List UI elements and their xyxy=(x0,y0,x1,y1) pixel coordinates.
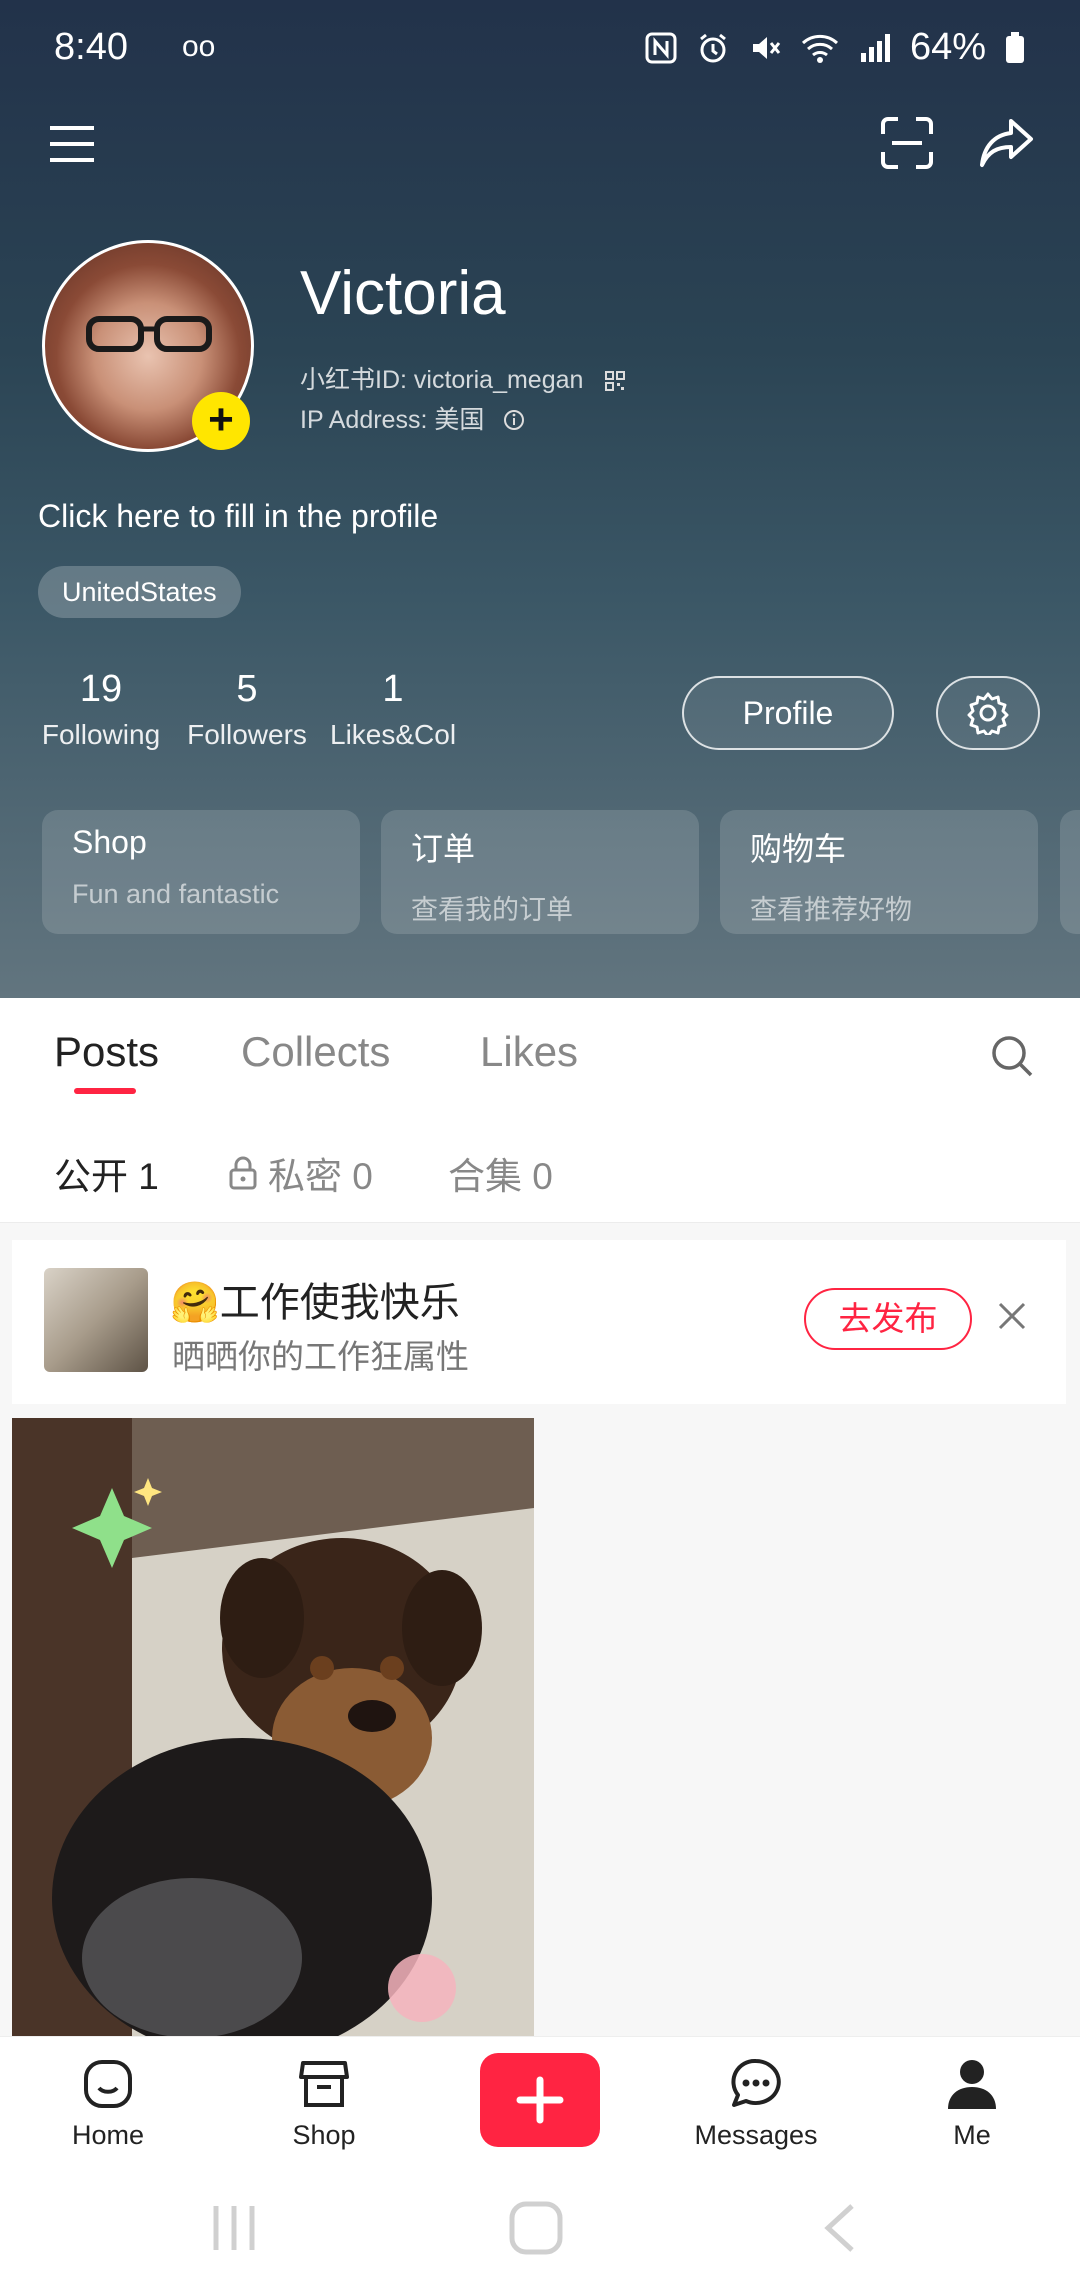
stat-following[interactable]: 19 Following xyxy=(38,668,164,751)
nav-label: Me xyxy=(953,2120,991,2150)
content-tabs: Posts Collects Likes xyxy=(0,998,1080,1117)
search-button[interactable] xyxy=(984,1028,1040,1084)
card-title: 订单 xyxy=(411,831,476,867)
stat-likes-collects[interactable]: 1 Likes&Col xyxy=(330,668,456,751)
add-avatar-button[interactable]: + xyxy=(192,392,250,450)
share-icon xyxy=(980,119,1033,167)
alarm-icon xyxy=(700,33,726,62)
status-time: 8:40 xyxy=(54,26,128,68)
card-title: 购物车 xyxy=(750,831,847,867)
active-tab-indicator xyxy=(74,1088,136,1094)
qr-code-icon[interactable] xyxy=(604,370,626,392)
voicemail-icon: oo xyxy=(182,30,216,63)
create-post-button[interactable] xyxy=(480,2053,600,2147)
scan-button[interactable] xyxy=(876,112,938,174)
stat-number: 5 xyxy=(236,668,258,710)
subtab-collections[interactable]: 合集 0 xyxy=(448,1146,553,1200)
ip-address-row: IP Address: 美国 xyxy=(300,400,525,436)
home-icon xyxy=(84,2060,132,2108)
glasses-shape xyxy=(86,316,212,352)
share-button[interactable] xyxy=(976,112,1038,174)
tab-likes[interactable]: Likes xyxy=(480,1028,578,1076)
nav-label: Messages xyxy=(694,2120,818,2150)
profile-name: Victoria xyxy=(300,259,506,328)
person-icon xyxy=(948,2060,996,2109)
location-tag[interactable]: UnitedStates xyxy=(38,566,241,618)
nav-messages[interactable]: Messages xyxy=(676,2057,836,2151)
battery-percent: 64% xyxy=(909,26,986,68)
next-card-peek[interactable] xyxy=(1060,810,1080,934)
banner-thumbnail xyxy=(44,1268,148,1372)
recent-apps-icon[interactable] xyxy=(206,2200,262,2256)
subtab-public[interactable]: 公开 1 xyxy=(54,1146,159,1200)
dog-photo xyxy=(12,1418,534,2036)
card-subtitle: 查看推荐好物 xyxy=(750,895,912,925)
user-id-text: 小红书ID: victoria_megan xyxy=(300,366,584,394)
tab-collects[interactable]: Collects xyxy=(241,1028,390,1076)
post-thumbnail[interactable] xyxy=(12,1418,534,2036)
bottom-navigation: Home Shop Messages Me xyxy=(0,2036,1080,2187)
nav-label: Home xyxy=(71,2120,145,2150)
battery-icon xyxy=(1006,31,1024,63)
system-navigation-bar xyxy=(0,2186,1080,2280)
nav-label: Shop xyxy=(292,2120,356,2150)
mute-icon xyxy=(752,36,781,59)
back-icon[interactable] xyxy=(818,2200,860,2256)
stat-number: 1 xyxy=(382,668,404,710)
prompt-banner: 🤗工作使我快乐 晒晒你的工作狂属性 去发布 xyxy=(12,1240,1066,1404)
edit-profile-button[interactable]: Profile xyxy=(682,676,894,750)
info-icon[interactable] xyxy=(503,409,525,431)
lock-icon xyxy=(229,1156,257,1190)
subtab-label: 合集 0 xyxy=(448,1156,553,1197)
menu-icon xyxy=(50,126,94,162)
menu-button[interactable] xyxy=(42,116,102,172)
nav-shop[interactable]: Shop xyxy=(244,2057,404,2151)
card-subtitle: Fun and fantastic xyxy=(72,879,280,909)
shop-card[interactable]: Shop Fun and fantastic xyxy=(42,810,360,934)
shop-icon xyxy=(299,2061,349,2107)
close-banner-button[interactable] xyxy=(996,1300,1028,1337)
gear-icon xyxy=(967,692,1009,735)
status-icons: 64% xyxy=(644,26,1026,69)
banner-title: 🤗工作使我快乐 xyxy=(170,1281,460,1325)
subtab-label: 公开 1 xyxy=(54,1156,159,1197)
plus-icon xyxy=(516,2076,564,2124)
scan-icon xyxy=(881,117,933,169)
user-id-row: 小红书ID: victoria_megan xyxy=(300,360,626,396)
card-subtitle: 查看我的订单 xyxy=(411,895,573,925)
status-bar: 8:40 oo 64% xyxy=(54,26,1026,74)
subtab-label: 私密 0 xyxy=(268,1156,373,1197)
publish-button[interactable]: 去发布 xyxy=(804,1288,972,1350)
search-icon xyxy=(992,1036,1033,1077)
close-icon xyxy=(998,1302,1026,1330)
settings-button[interactable] xyxy=(936,676,1040,750)
visibility-tabs: 公开 1 私密 0 合集 0 xyxy=(0,1116,1080,1223)
signal-icon xyxy=(860,33,890,62)
stat-followers[interactable]: 5 Followers xyxy=(184,668,310,751)
messages-icon xyxy=(731,2058,781,2107)
stat-number: 19 xyxy=(79,668,123,710)
stat-label: Likes&Col xyxy=(330,719,457,750)
nav-me[interactable]: Me xyxy=(892,2057,1052,2151)
nav-home[interactable]: Home xyxy=(28,2057,188,2151)
orders-card[interactable]: 订单 查看我的订单 xyxy=(381,810,699,934)
home-system-icon[interactable] xyxy=(508,2200,564,2256)
cart-card[interactable]: 购物车 查看推荐好物 xyxy=(720,810,1038,934)
banner-subtitle: 晒晒你的工作狂属性 xyxy=(172,1338,469,1375)
tab-posts[interactable]: Posts xyxy=(54,1028,159,1076)
nfc-icon xyxy=(645,32,677,63)
profile-header: 8:40 oo 64% + Victoria 小红书ID: victoria_m… xyxy=(0,0,1080,998)
ip-address-text: IP Address: 美国 xyxy=(300,406,485,434)
bio-prompt[interactable]: Click here to fill in the profile xyxy=(38,498,438,535)
card-title: Shop xyxy=(72,824,147,860)
stat-label: Following xyxy=(41,719,161,750)
wifi-icon xyxy=(801,34,838,63)
subtab-private[interactable]: 私密 0 xyxy=(228,1146,373,1200)
stat-label: Followers xyxy=(187,719,307,750)
